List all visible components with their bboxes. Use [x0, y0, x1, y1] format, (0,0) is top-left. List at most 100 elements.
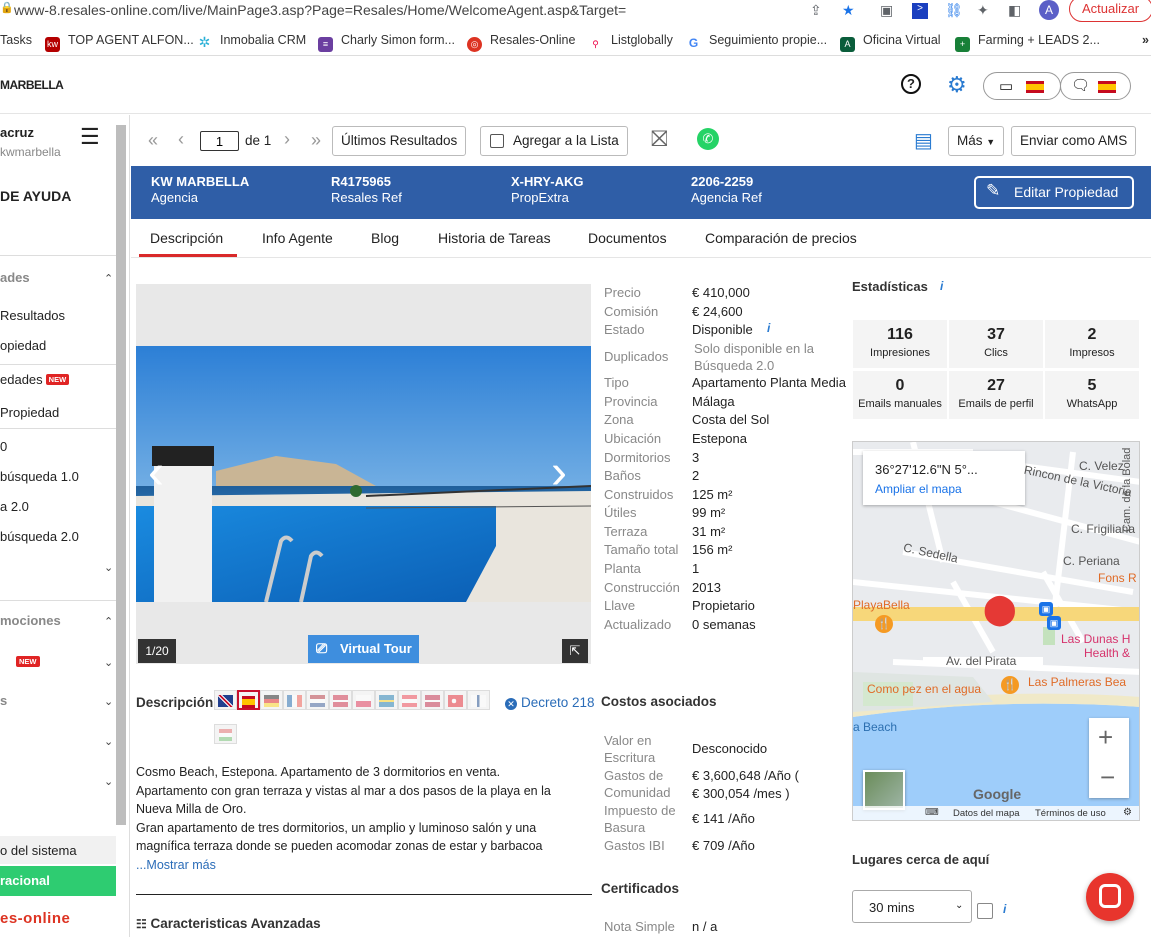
send-ams-button[interactable]: Enviar como AMS: [1011, 126, 1137, 156]
external-link-icon[interactable]: ⇱: [562, 639, 588, 663]
profile-avatar[interactable]: A: [1039, 0, 1059, 20]
help-icon[interactable]: ?: [901, 74, 921, 94]
tab-documents[interactable]: Documentos: [588, 230, 667, 246]
map-pin-icon[interactable]: ⬤: [983, 595, 1017, 625]
chevron-up-icon[interactable]: ⌃: [104, 272, 113, 285]
last-page-icon[interactable]: »: [311, 130, 321, 151]
sidebar-section-properties[interactable]: ades: [0, 270, 30, 285]
sidebar-item-property[interactable]: opiedad: [0, 338, 46, 353]
sidebar-system-status[interactable]: o del sistema: [0, 843, 77, 858]
info-icon[interactable]: i: [1003, 902, 1006, 916]
report-icon[interactable]: ⚙: [1123, 807, 1132, 818]
sidebar-item-0[interactable]: 0: [0, 439, 7, 454]
decree-218-link[interactable]: ✕ Decreto 218: [505, 695, 595, 710]
add-to-list-button[interactable]: Agregar a la Lista: [480, 126, 628, 156]
flag-sweden-icon[interactable]: [375, 690, 398, 710]
bookmark-tasks[interactable]: Tasks: [0, 33, 32, 47]
sidebar-item-2-0[interactable]: a 2.0: [0, 499, 29, 514]
sidebar-item-new-property[interactable]: Propiedad: [0, 405, 59, 420]
tab-price-comparison[interactable]: Comparación de precios: [705, 230, 857, 246]
sidebar-item-search-1[interactable]: búsqueda 1.0: [0, 469, 79, 484]
advanced-features-toggle[interactable]: ☷ Caracteristicas Avanzadas: [136, 916, 321, 931]
flag-spain-icon[interactable]: [237, 690, 260, 710]
time-range-select[interactable]: 30 mins ⌄: [852, 890, 972, 923]
flag-turkey-icon[interactable]: [444, 690, 467, 710]
sidebar-section-promotions[interactable]: mociones: [0, 613, 61, 628]
chevron-down-icon[interactable]: ⌄: [104, 775, 113, 788]
sidebar-scrollbar[interactable]: [116, 125, 126, 825]
chevron-down-icon[interactable]: ⌄: [104, 561, 113, 574]
virtual-tour-button[interactable]: ⎚ Virtual Tour: [308, 635, 419, 663]
chat-widget-button[interactable]: [1086, 873, 1134, 921]
tab-agent-info[interactable]: Info Agente: [262, 230, 333, 246]
show-more-link[interactable]: ...Mostrar más: [136, 856, 591, 875]
sidebar-section-s[interactable]: s: [0, 693, 7, 708]
no-photo-icon[interactable]: ⛝: [651, 126, 668, 152]
flag-hungary-icon[interactable]: [214, 724, 237, 744]
chevron-down-icon[interactable]: ⌄: [104, 735, 113, 748]
language-desktop-selector[interactable]: ▭: [983, 72, 1061, 100]
extension-icon-2[interactable]: >: [912, 3, 928, 19]
edit-property-button[interactable]: ✎ Editar Propiedad: [974, 176, 1134, 209]
tab-description[interactable]: Descripción: [139, 230, 238, 257]
restaurant-icon[interactable]: 🍴: [1001, 676, 1019, 694]
zoom-in-button[interactable]: +: [1098, 722, 1113, 753]
page-number-input[interactable]: [200, 131, 239, 151]
bookmark-top-agent[interactable]: kw TOP AGENT ALFON...: [45, 33, 194, 52]
nearby-checkbox[interactable]: [977, 903, 993, 919]
property-photo-gallery[interactable]: ‹ › 1/20 ⎚ Virtual Tour ⇱: [136, 284, 591, 664]
bookmark-seguimiento[interactable]: G Seguimiento propie...: [686, 33, 827, 51]
restaurant-icon[interactable]: 🍴: [875, 615, 893, 633]
flag-finland-icon[interactable]: [467, 690, 490, 710]
help-center-title[interactable]: DE AYUDA: [0, 188, 71, 204]
url-text[interactable]: www-8.resales-online.com/live/MainPage3.…: [14, 2, 626, 18]
keyboard-icon[interactable]: ⌨: [925, 807, 939, 818]
tab-task-history[interactable]: Historia de Tareas: [438, 230, 551, 246]
next-page-icon[interactable]: ›: [284, 129, 290, 150]
share-icon[interactable]: ⇪: [810, 2, 822, 19]
location-map[interactable]: 36°27'12.6"N 5°... Ampliar el mapa C. Ve…: [852, 441, 1140, 821]
gear-icon[interactable]: ⚙: [947, 72, 967, 98]
satellite-toggle[interactable]: [863, 770, 905, 810]
enlarge-map-link[interactable]: Ampliar el mapa: [875, 482, 962, 496]
chevron-left-icon[interactable]: ‹: [148, 449, 164, 497]
bookmark-resales-online[interactable]: ◎ Resales-Online: [467, 33, 575, 52]
chevron-down-icon[interactable]: ⌄: [104, 695, 113, 708]
update-button[interactable]: Actualizar: [1069, 0, 1151, 22]
chevron-up-icon[interactable]: ⌃: [104, 615, 113, 628]
print-card-icon[interactable]: ▤: [914, 128, 933, 153]
map-terms-link[interactable]: Términos de uso: [1035, 808, 1106, 819]
flag-poland-icon[interactable]: [352, 690, 375, 710]
tab-blog[interactable]: Blog: [371, 230, 399, 246]
flag-denmark-icon[interactable]: [329, 690, 352, 710]
flag-germany-icon[interactable]: [260, 690, 283, 710]
flag-netherlands-icon[interactable]: [306, 690, 329, 710]
bookmark-oficina-virtual[interactable]: A Oficina Virtual: [840, 33, 941, 52]
last-results-button[interactable]: Últimos Resultados: [332, 126, 467, 156]
map-data-link[interactable]: Datos del mapa: [953, 808, 1020, 819]
extension-icon-1[interactable]: ▣: [880, 2, 893, 19]
flag-austria-icon[interactable]: [398, 690, 421, 710]
sidebar-item-results[interactable]: Resultados: [0, 308, 65, 323]
flag-uk-icon[interactable]: [214, 690, 237, 710]
chevron-right-icon[interactable]: ›: [551, 449, 567, 497]
bus-stop-icon[interactable]: ▣: [1047, 616, 1061, 630]
language-message-selector[interactable]: 🗨: [1060, 72, 1131, 100]
chevron-down-icon[interactable]: ⌄: [104, 656, 113, 669]
bookmark-inmobalia[interactable]: ✲ Inmobalia CRM: [197, 33, 306, 50]
bookmark-listglobally[interactable]: ⚲ Listglobally: [588, 33, 673, 52]
info-icon[interactable]: i: [940, 279, 943, 293]
flag-norway-icon[interactable]: [421, 690, 444, 710]
flag-france-icon[interactable]: [283, 690, 306, 710]
first-page-icon[interactable]: «: [148, 130, 158, 151]
add-to-list-checkbox[interactable]: [490, 134, 504, 148]
info-icon[interactable]: i: [767, 321, 770, 335]
bus-stop-icon[interactable]: ▣: [1039, 602, 1053, 616]
sidebar-item-properties-new[interactable]: edades NEW: [0, 372, 70, 387]
star-icon[interactable]: ★: [842, 2, 855, 19]
sidebar-item-search-2[interactable]: búsqueda 2.0: [0, 529, 79, 544]
sidepanel-icon[interactable]: ◧: [1008, 2, 1021, 19]
zoom-out-button[interactable]: −: [1100, 762, 1115, 793]
sidebar-item-new[interactable]: NEW: [0, 654, 40, 669]
bookmarks-overflow-icon[interactable]: »: [1142, 33, 1149, 47]
